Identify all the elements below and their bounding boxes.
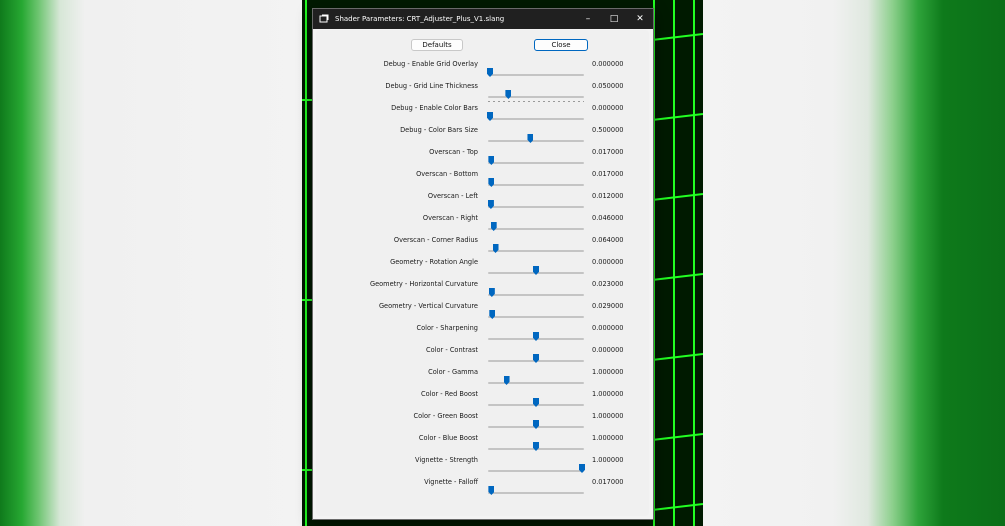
slider-track[interactable] [488, 118, 584, 120]
parameter-row: Vignette - Falloff 0.017000 [316, 476, 649, 498]
grid-horizontal-line [651, 433, 703, 441]
parameter-row: Debug - Enable Color Bars 0.000000 [316, 102, 649, 124]
parameter-row: Overscan - Bottom 0.017000 [316, 168, 649, 190]
parameter-value: 0.046000 [592, 214, 624, 222]
parameter-row: Geometry - Rotation Angle 0.000000 [316, 256, 649, 278]
parameter-label: Overscan - Bottom [416, 170, 478, 178]
parameter-row: Color - Sharpening 0.000000 [316, 322, 649, 344]
parameter-row: Overscan - Left 0.012000 [316, 190, 649, 212]
parameter-value: 0.000000 [592, 60, 624, 68]
parameter-value: 0.000000 [592, 104, 624, 112]
parameter-value: 1.000000 [592, 368, 624, 376]
minimize-button[interactable]: – [575, 9, 601, 29]
parameter-value: 0.029000 [592, 302, 624, 310]
parameter-row: Color - Red Boost 1.000000 [316, 388, 649, 410]
parameter-label: Vignette - Falloff [424, 478, 478, 486]
maximize-icon: □ [609, 14, 619, 24]
parameter-value: 0.000000 [592, 324, 624, 332]
slider-track[interactable] [488, 228, 584, 230]
parameter-value: 0.000000 [592, 346, 624, 354]
parameter-label: Overscan - Corner Radius [393, 236, 478, 244]
parameter-value: 0.000000 [592, 258, 624, 266]
parameter-row: Vignette - Strength 1.000000 [316, 454, 649, 476]
grid-horizontal-line [651, 273, 703, 281]
slider-track[interactable] [488, 96, 584, 98]
close-icon: ✕ [636, 14, 644, 24]
parameter-row: Debug - Color Bars Size 0.500000 [316, 124, 649, 146]
maximize-button[interactable]: □ [601, 9, 627, 29]
parameter-row: Geometry - Vertical Curvature 0.029000 [316, 300, 649, 322]
window-title: Shader Parameters: CRT_Adjuster_Plus_V1.… [335, 15, 505, 23]
defaults-button[interactable]: Defaults [411, 39, 463, 51]
parameter-value: 0.012000 [592, 192, 624, 200]
parameter-label: Color - Red Boost [420, 390, 478, 398]
parameter-label: Overscan - Top [429, 148, 478, 156]
parameter-value: 1.000000 [592, 390, 624, 398]
parameter-label: Overscan - Left [427, 192, 478, 200]
parameter-value: 0.017000 [592, 148, 624, 156]
parameter-value: 0.023000 [592, 280, 624, 288]
slider-track[interactable] [488, 382, 584, 384]
grid-horizontal-line [651, 193, 703, 201]
slider-track[interactable] [488, 250, 584, 252]
background-left-gradient [0, 0, 302, 526]
slider-track[interactable] [488, 162, 584, 164]
slider-track[interactable] [488, 492, 584, 494]
parameter-row: Color - Blue Boost 1.000000 [316, 432, 649, 454]
parameter-row: Debug - Grid Line Thickness 0.050000 [316, 80, 649, 102]
parameter-row: Overscan - Right 0.046000 [316, 212, 649, 234]
parameter-row: Overscan - Corner Radius 0.064000 [316, 234, 649, 256]
slider-track[interactable] [488, 140, 584, 142]
slider-track[interactable] [488, 470, 584, 472]
shader-parameters-window: Shader Parameters: CRT_Adjuster_Plus_V1.… [312, 8, 654, 520]
grid-horizontal-line [651, 503, 703, 511]
parameter-value: 0.017000 [592, 170, 624, 178]
parameter-label: Debug - Color Bars Size [400, 126, 478, 134]
parameter-value: 1.000000 [592, 412, 624, 420]
close-window-button[interactable]: ✕ [627, 9, 653, 29]
parameter-label: Color - Blue Boost [418, 434, 478, 442]
parameter-label: Geometry - Rotation Angle [390, 258, 478, 266]
parameter-label: Debug - Enable Color Bars [391, 104, 478, 112]
parameter-label: Color - Gamma [428, 368, 478, 376]
parameters-panel: Defaults Close Debug - Enable Grid Overl… [316, 30, 649, 516]
background-right-gradient [703, 0, 1005, 526]
parameter-value: 0.017000 [592, 478, 624, 486]
parameter-label: Debug - Grid Line Thickness [385, 82, 478, 90]
parameter-value: 0.064000 [592, 236, 624, 244]
slider-track[interactable] [488, 184, 584, 186]
parameter-label: Vignette - Strength [415, 456, 478, 464]
parameter-row: Color - Contrast 0.000000 [316, 344, 649, 366]
parameter-label: Color - Green Boost [413, 412, 478, 420]
parameter-row: Geometry - Horizontal Curvature 0.023000 [316, 278, 649, 300]
parameter-label: Overscan - Right [422, 214, 478, 222]
parameter-row: Color - Green Boost 1.000000 [316, 410, 649, 432]
grid-horizontal-line [651, 113, 703, 121]
parameter-label: Debug - Enable Grid Overlay [383, 60, 478, 68]
minimize-icon: – [585, 14, 591, 24]
parameter-value: 1.000000 [592, 456, 624, 464]
parameter-label: Geometry - Vertical Curvature [378, 302, 478, 310]
titlebar: Shader Parameters: CRT_Adjuster_Plus_V1.… [313, 9, 653, 29]
parameter-label: Geometry - Horizontal Curvature [369, 280, 478, 288]
grid-horizontal-line [651, 33, 703, 41]
slider-track[interactable] [488, 294, 584, 296]
grid-horizontal-line [651, 353, 703, 361]
app-icon [319, 14, 329, 23]
slider-track[interactable] [488, 206, 584, 208]
parameter-row: Color - Gamma 1.000000 [316, 366, 649, 388]
parameter-label: Color - Contrast [426, 346, 478, 354]
parameter-label: Color - Sharpening [416, 324, 478, 332]
slider-track[interactable] [488, 74, 584, 76]
parameter-row: Overscan - Top 0.017000 [316, 146, 649, 168]
slider-track[interactable] [488, 316, 584, 318]
parameter-value: 0.500000 [592, 126, 624, 134]
parameter-row: Debug - Enable Grid Overlay 0.000000 [316, 58, 649, 80]
parameter-value: 0.050000 [592, 82, 624, 90]
close-button[interactable]: Close [534, 39, 588, 51]
parameter-value: 1.000000 [592, 434, 624, 442]
